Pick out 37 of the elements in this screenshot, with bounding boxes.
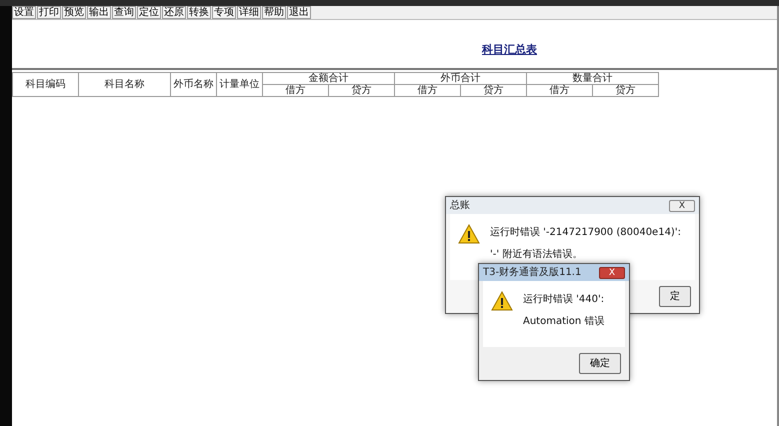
dialog-title: 总账 bbox=[450, 198, 470, 213]
toolbar-button[interactable]: 退出 bbox=[287, 6, 311, 19]
error-message: Automation 错误 bbox=[523, 315, 604, 329]
toolbar-button[interactable]: 转换 bbox=[187, 6, 211, 19]
toolbar-button[interactable]: 详细 bbox=[237, 6, 261, 19]
dialog-title: T3-财务通普及版11.1 bbox=[483, 266, 582, 280]
warning-icon bbox=[458, 224, 480, 244]
ok-button[interactable]: 确定 bbox=[579, 353, 621, 374]
error-message: '-' 附近有语法错误。 bbox=[490, 248, 584, 262]
column-header: 计量单位 bbox=[216, 72, 262, 96]
toolbar-button[interactable]: 输出 bbox=[87, 6, 111, 19]
toolbar-button[interactable]: 打印 bbox=[37, 6, 61, 19]
toolbar-button[interactable]: 定位 bbox=[137, 6, 161, 19]
toolbar-button[interactable]: 还原 bbox=[162, 6, 186, 19]
column-header: 外币名称 bbox=[170, 72, 216, 96]
close-button[interactable]: X bbox=[599, 266, 625, 278]
column-header: 贷方 bbox=[328, 84, 394, 96]
column-header: 借方 bbox=[526, 84, 592, 96]
close-button[interactable]: X bbox=[669, 200, 695, 212]
column-header: 科目编码 bbox=[12, 72, 78, 96]
column-header: 借方 bbox=[262, 84, 328, 96]
ok-button[interactable]: 定 bbox=[659, 286, 691, 307]
column-header: 贷方 bbox=[460, 84, 526, 96]
error-message: 运行时错误 '440': bbox=[523, 293, 604, 307]
column-header: 数量合计 bbox=[526, 72, 658, 84]
column-header: 金额合计 bbox=[262, 72, 394, 84]
column-header: 借方 bbox=[394, 84, 460, 96]
column-header: 科目名称 bbox=[78, 72, 170, 96]
column-header: 贷方 bbox=[592, 84, 658, 96]
toolbar-button[interactable]: 帮助 bbox=[262, 6, 286, 19]
toolbar-button[interactable]: 查询 bbox=[112, 6, 136, 19]
toolbar-button[interactable]: 专项 bbox=[212, 6, 236, 19]
toolbar-button[interactable]: 设置 bbox=[12, 6, 36, 19]
warning-icon bbox=[491, 291, 513, 311]
toolbar-button[interactable]: 预览 bbox=[62, 6, 86, 19]
column-header: 外币合计 bbox=[394, 72, 526, 84]
error-message: 运行时错误 '-2147217900 (80040e14)': bbox=[490, 226, 681, 240]
